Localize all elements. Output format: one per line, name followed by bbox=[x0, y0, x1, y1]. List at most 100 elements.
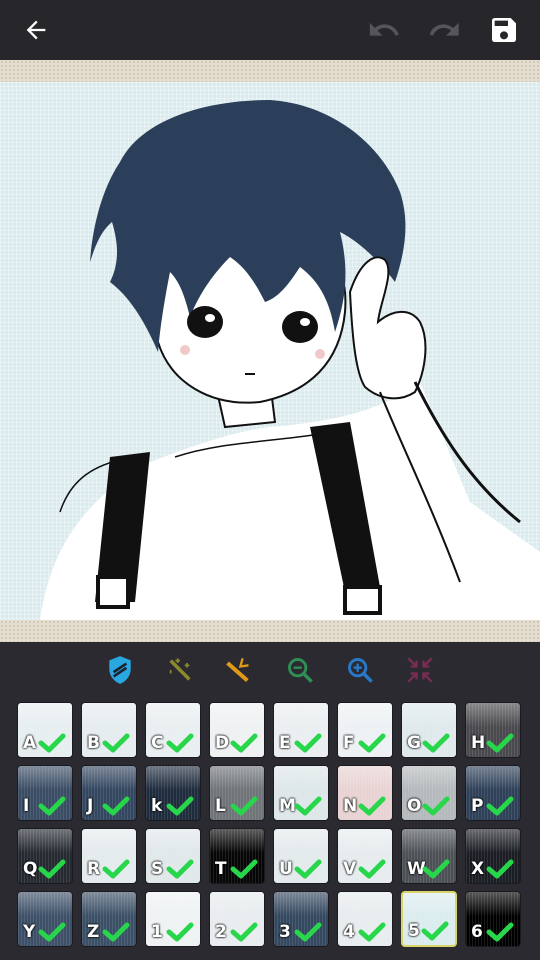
palette-swatch-4[interactable]: 4 bbox=[337, 891, 393, 947]
swatch-gloss bbox=[402, 766, 456, 791]
palette-swatch-Z[interactable]: Z bbox=[81, 891, 137, 947]
palette-swatch-R[interactable]: R bbox=[81, 828, 137, 884]
magic-wand-icon bbox=[169, 658, 191, 681]
checkmark-icon bbox=[166, 922, 194, 942]
zoom-out-tool-button[interactable] bbox=[280, 650, 320, 690]
redo-button[interactable] bbox=[422, 8, 466, 52]
checkmark-icon bbox=[230, 922, 258, 942]
swatch-gloss bbox=[210, 703, 264, 728]
undo-icon bbox=[369, 22, 399, 36]
swatch-gloss bbox=[82, 703, 136, 728]
palette-swatch-G[interactable]: G bbox=[401, 702, 457, 758]
swatch-label: H bbox=[471, 733, 486, 753]
palette-swatch-T[interactable]: T bbox=[209, 828, 265, 884]
swatch-gloss bbox=[274, 766, 328, 791]
palette-swatch-W[interactable]: W bbox=[401, 828, 457, 884]
canvas-top-edge bbox=[0, 60, 540, 82]
swatch-gloss bbox=[18, 829, 72, 854]
palette-swatch-B[interactable]: B bbox=[81, 702, 137, 758]
collapse-tool-button[interactable] bbox=[400, 650, 440, 690]
back-arrow-icon bbox=[26, 20, 46, 40]
checkmark-icon bbox=[486, 796, 514, 816]
palette-swatch-U[interactable]: U bbox=[273, 828, 329, 884]
swatch-label: E bbox=[279, 733, 291, 753]
palette-swatch-N[interactable]: N bbox=[337, 765, 393, 821]
palette-swatch-5[interactable]: 5 bbox=[401, 891, 457, 947]
swatch-label: T bbox=[215, 859, 227, 879]
swatch-label: O bbox=[407, 796, 422, 816]
swatch-label: Z bbox=[87, 922, 100, 942]
swatch-gloss bbox=[338, 703, 392, 728]
palette-swatch-X[interactable]: X bbox=[465, 828, 521, 884]
swatch-gloss bbox=[82, 766, 136, 791]
palette-swatch-k[interactable]: k bbox=[145, 765, 201, 821]
palette-swatch-F[interactable]: F bbox=[337, 702, 393, 758]
checkmark-icon bbox=[230, 733, 258, 753]
palette-swatch-2[interactable]: 2 bbox=[209, 891, 265, 947]
top-toolbar bbox=[0, 0, 540, 60]
swatch-label: B bbox=[87, 733, 100, 753]
checkmark-icon bbox=[421, 921, 449, 941]
swatch-gloss bbox=[274, 829, 328, 854]
palette-swatch-O[interactable]: O bbox=[401, 765, 457, 821]
swatch-label: N bbox=[343, 796, 358, 816]
back-button[interactable] bbox=[14, 8, 58, 52]
palette-swatch-D[interactable]: D bbox=[209, 702, 265, 758]
swatch-label: L bbox=[215, 796, 226, 816]
checkmark-icon bbox=[102, 859, 130, 879]
magic-wand-tool-button[interactable] bbox=[160, 650, 200, 690]
collapse-icon bbox=[407, 657, 433, 683]
checkmark-icon bbox=[102, 796, 130, 816]
palette-swatch-E[interactable]: E bbox=[273, 702, 329, 758]
swatch-label: U bbox=[279, 859, 293, 879]
swatch-gloss bbox=[146, 829, 200, 854]
swatch-gloss bbox=[338, 766, 392, 791]
palette-swatch-I[interactable]: I bbox=[17, 765, 73, 821]
stitch-canvas[interactable] bbox=[0, 60, 540, 642]
zoom-out-icon bbox=[288, 658, 313, 683]
palette-swatch-Q[interactable]: Q bbox=[17, 828, 73, 884]
checkmark-icon bbox=[422, 859, 450, 879]
swatch-gloss bbox=[466, 829, 520, 854]
checkmark-icon bbox=[230, 796, 258, 816]
save-icon bbox=[492, 18, 516, 42]
zoom-in-tool-button[interactable] bbox=[340, 650, 380, 690]
canvas-bottom-edge bbox=[0, 620, 540, 642]
checkmark-icon bbox=[294, 796, 322, 816]
fill-wand-tool-button[interactable] bbox=[218, 650, 258, 690]
shield-tool-button[interactable] bbox=[100, 650, 140, 690]
undo-button[interactable] bbox=[362, 8, 406, 52]
palette-swatch-J[interactable]: J bbox=[81, 765, 137, 821]
redo-icon bbox=[429, 22, 459, 36]
palette-swatch-M[interactable]: M bbox=[273, 765, 329, 821]
palette-swatch-L[interactable]: L bbox=[209, 765, 265, 821]
checkmark-icon bbox=[38, 922, 66, 942]
checkmark-icon bbox=[38, 796, 66, 816]
checkmark-icon bbox=[38, 859, 66, 879]
palette-swatch-C[interactable]: C bbox=[145, 702, 201, 758]
palette-swatch-Y[interactable]: Y bbox=[17, 891, 73, 947]
palette-swatch-H[interactable]: H bbox=[465, 702, 521, 758]
palette-swatch-6[interactable]: 6 bbox=[465, 891, 521, 947]
checkmark-icon bbox=[230, 859, 258, 879]
palette-swatch-V[interactable]: V bbox=[337, 828, 393, 884]
swatch-label: k bbox=[151, 796, 163, 816]
checkmark-icon bbox=[38, 733, 66, 753]
palette-swatch-P[interactable]: P bbox=[465, 765, 521, 821]
swatch-label: I bbox=[23, 796, 30, 816]
swatch-gloss bbox=[18, 892, 72, 917]
swatch-label: Q bbox=[23, 859, 38, 879]
palette-swatch-A[interactable]: A bbox=[17, 702, 73, 758]
palette-swatch-3[interactable]: 3 bbox=[273, 891, 329, 947]
palette-swatch-1[interactable]: 1 bbox=[145, 891, 201, 947]
swatch-label: S bbox=[151, 859, 164, 879]
swatch-gloss bbox=[338, 829, 392, 854]
swatch-label: X bbox=[471, 859, 485, 879]
swatch-gloss bbox=[18, 766, 72, 791]
save-button[interactable] bbox=[482, 8, 526, 52]
swatch-label: Y bbox=[23, 922, 36, 942]
boy-portrait-artwork bbox=[40, 100, 540, 620]
zoom-in-icon bbox=[348, 658, 373, 683]
palette-swatch-S[interactable]: S bbox=[145, 828, 201, 884]
pattern-artwork[interactable] bbox=[0, 82, 540, 620]
